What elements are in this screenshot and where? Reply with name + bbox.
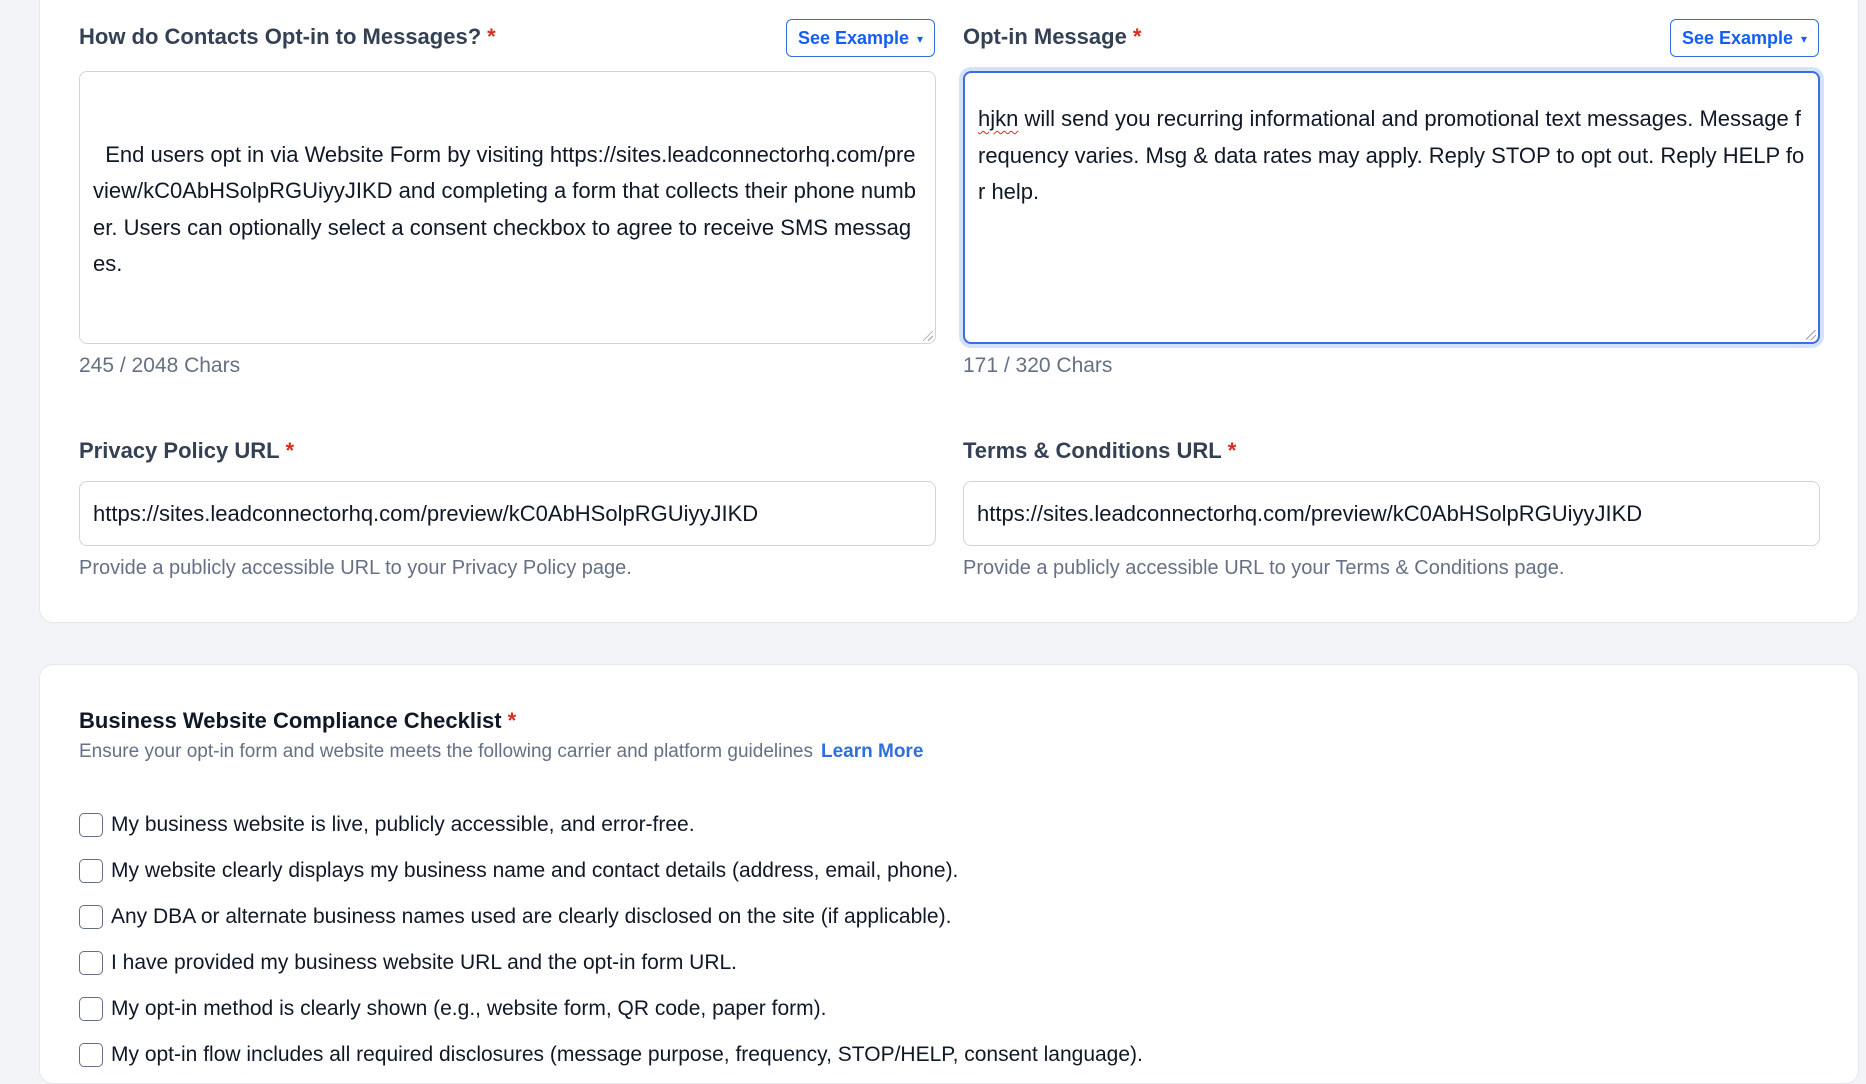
optin-message-textarea[interactable]: hjkn will send you recurring information… xyxy=(963,71,1820,344)
spellcheck-word: hjkn xyxy=(978,106,1019,131)
privacy-policy-hint: Provide a publicly accessible URL to you… xyxy=(79,557,632,579)
checklist-title: Business Website Compliance Checklist * xyxy=(79,708,517,733)
privacy-policy-label: Privacy Policy URL * xyxy=(79,438,295,463)
optin-message-char-counter: 171 / 320 Chars xyxy=(963,354,1113,377)
required-asterisk: * xyxy=(487,24,496,49)
terms-conditions-label: Terms & Conditions URL * xyxy=(963,438,1237,463)
checkbox[interactable] xyxy=(79,1043,103,1067)
checklist-subtitle: Ensure your opt-in form and website meet… xyxy=(79,741,924,762)
resize-grip-icon[interactable] xyxy=(1806,330,1816,340)
terms-conditions-url-input[interactable]: https://sites.leadconnectorhq.com/previe… xyxy=(963,481,1820,546)
optin-message-label: Opt-in Message * xyxy=(963,24,1142,49)
checklist-item[interactable]: My opt-in flow includes all required dis… xyxy=(79,1032,1143,1078)
resize-grip-icon[interactable] xyxy=(923,331,933,341)
required-asterisk: * xyxy=(285,438,295,463)
checkbox[interactable] xyxy=(79,859,103,883)
optin-method-char-counter: 245 / 2048 Chars xyxy=(79,354,241,377)
required-asterisk: * xyxy=(1132,24,1142,49)
learn-more-link[interactable]: Learn More xyxy=(821,741,923,762)
optin-method-see-example-button[interactable]: See Example ▾ xyxy=(786,19,935,57)
required-asterisk: * xyxy=(507,708,517,733)
checklist: My business website is live, publicly ac… xyxy=(79,802,1143,1078)
checklist-item[interactable]: My opt-in method is clearly shown (e.g.,… xyxy=(79,986,1143,1032)
checklist-item[interactable]: My business website is live, publicly ac… xyxy=(79,802,1143,848)
checklist-item[interactable]: My website clearly displays my business … xyxy=(79,848,1143,894)
chevron-down-icon: ▾ xyxy=(917,31,924,46)
chevron-down-icon: ▾ xyxy=(1801,31,1808,46)
checkbox[interactable] xyxy=(79,813,103,837)
privacy-policy-url-input[interactable]: https://sites.leadconnectorhq.com/previe… xyxy=(79,481,936,546)
checkbox[interactable] xyxy=(79,905,103,929)
required-asterisk: * xyxy=(1227,438,1237,463)
terms-conditions-hint: Provide a publicly accessible URL to you… xyxy=(963,557,1565,579)
checkbox[interactable] xyxy=(79,951,103,975)
checklist-item[interactable]: Any DBA or alternate business names used… xyxy=(79,894,1143,940)
checklist-item[interactable]: I have provided my business website URL … xyxy=(79,940,1143,986)
optin-method-label: How do Contacts Opt-in to Messages? * xyxy=(79,24,496,49)
checkbox[interactable] xyxy=(79,997,103,1021)
optin-method-textarea[interactable]: End users opt in via Website Form by vis… xyxy=(79,71,936,344)
optin-message-see-example-button[interactable]: See Example ▾ xyxy=(1670,19,1819,57)
